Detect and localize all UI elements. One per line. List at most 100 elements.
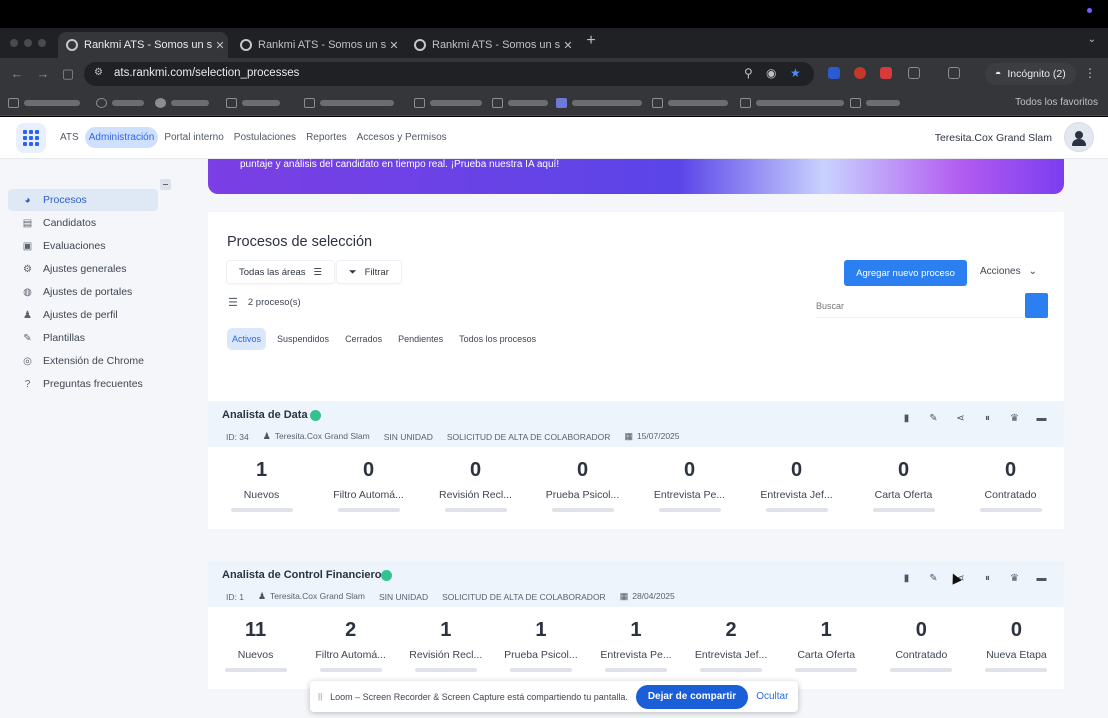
tab-activos[interactable]: Activos (227, 328, 267, 350)
browser-tab[interactable]: Rankmi ATS - Somos un soft ✕ (406, 32, 576, 58)
stage-column[interactable]: 0 Carta Oferta (850, 453, 957, 523)
tab-close-icon[interactable]: ✕ (560, 39, 576, 52)
stage-column[interactable]: 1 Nuevos (208, 453, 315, 523)
tab-cerrados[interactable]: Cerrados (340, 328, 387, 350)
extension-icon[interactable] (908, 67, 920, 79)
stage-column[interactable]: 0 Nueva Etapa (969, 613, 1064, 683)
bookmark-item[interactable] (652, 97, 728, 109)
sidebar-item-ajustes-portales[interactable]: ◍ Ajustes de portales (8, 281, 158, 303)
stage-column[interactable]: 1 Carta Oferta (779, 613, 874, 683)
new-tab-button[interactable]: + (584, 32, 598, 50)
sidebar-item-preguntas-frecuentes[interactable]: ? Preguntas frecuentes (8, 373, 158, 395)
tab-suspendidos[interactable]: Suspendidos (272, 328, 334, 350)
document-icon[interactable]: ▮ (900, 413, 913, 424)
stage-column[interactable]: 1 Prueba Psicol... (493, 613, 588, 683)
close-window-button[interactable] (10, 39, 18, 47)
minimize-window-button[interactable] (24, 39, 32, 47)
share-icon[interactable]: ⋖ (954, 413, 967, 424)
ai-promo-banner[interactable]: puntaje y análisis del candidato en tiem… (208, 159, 1064, 194)
extension-icon[interactable] (854, 67, 866, 79)
sidebar-item-plantillas[interactable]: ✎ Plantillas (8, 327, 158, 349)
process-title[interactable]: Analista de Control Financiero (222, 569, 382, 581)
bookmark-item[interactable] (740, 97, 844, 109)
bookmark-item[interactable] (556, 97, 642, 109)
avatar[interactable] (1064, 122, 1094, 152)
apps-grid-button[interactable] (16, 123, 46, 153)
nav-accesos-permisos[interactable]: Accesos y Permisos (353, 127, 451, 148)
extension-icon[interactable] (828, 67, 840, 79)
stage-column[interactable]: 0 Entrevista Jef... (743, 453, 850, 523)
bookmark-item[interactable] (492, 97, 548, 109)
user-name[interactable]: Teresita.Cox Grand Slam (935, 132, 1052, 144)
stop-sharing-button[interactable]: Dejar de compartir (635, 684, 749, 709)
bookmark-item[interactable] (304, 97, 394, 109)
nav-portal-interno[interactable]: Portal interno (160, 127, 227, 148)
bookmark-item[interactable] (226, 97, 280, 109)
collapse-sidebar-button[interactable] (160, 179, 171, 190)
incognito-badge[interactable]: ◓ Incógnito (2) (985, 63, 1076, 85)
extension-icon[interactable] (880, 67, 892, 79)
search-icon[interactable]: ⚲ (744, 66, 753, 80)
search-button[interactable] (1025, 293, 1048, 318)
stage-column[interactable]: 1 Revisión Recl... (398, 613, 493, 683)
reload-icon[interactable]: ▢ (61, 66, 75, 82)
all-areas-dropdown[interactable]: Todas las áreas ☰ (226, 260, 336, 284)
stage-column[interactable]: 1 Entrevista Pe... (588, 613, 683, 683)
drag-handle-icon[interactable]: || (318, 692, 322, 701)
stage-column[interactable]: 11 Nuevos (208, 613, 303, 683)
url-field[interactable]: ⚙ ats.rankmi.com/selection_processes ⚲ ◉… (84, 62, 814, 86)
sidebar-item-ajustes-perfil[interactable]: ♟ Ajustes de perfil (8, 304, 158, 326)
trophy-icon[interactable]: ♛ (1008, 573, 1021, 584)
process-title[interactable]: Analista de Data (222, 409, 308, 421)
search-input[interactable] (816, 294, 1026, 318)
trophy-icon[interactable]: ♛ (1008, 413, 1021, 424)
bookmark-star-icon[interactable]: ★ (790, 66, 801, 80)
browser-tab[interactable]: Rankmi ATS - Somos un soft ✕ (232, 32, 402, 58)
nav-ats[interactable]: ATS (56, 127, 83, 148)
forward-arrow-icon[interactable]: → (36, 66, 50, 81)
stage-column[interactable]: 0 Contratado (957, 453, 1064, 523)
all-bookmarks-link[interactable]: Todos los favoritos (1015, 97, 1098, 108)
bookmark-item[interactable] (850, 97, 900, 109)
maximize-window-button[interactable] (38, 39, 46, 47)
nav-administracion[interactable]: Administración (84, 127, 159, 148)
stage-column[interactable]: 0 Contratado (874, 613, 969, 683)
tab-search-chevron-icon[interactable]: ⌄ (1088, 34, 1096, 45)
pause-icon[interactable]: ⏸ (981, 573, 994, 584)
stage-column[interactable]: 0 Filtro Automá... (315, 453, 422, 523)
sidebar-item-extension-chrome[interactable]: ◎ Extensión de Chrome (8, 350, 158, 372)
nav-reportes[interactable]: Reportes (302, 127, 351, 148)
bookmark-item[interactable] (155, 97, 209, 109)
stage-column[interactable]: 2 Filtro Automá... (303, 613, 398, 683)
bookmark-item[interactable] (8, 97, 80, 109)
tab-pendientes[interactable]: Pendientes (393, 328, 448, 350)
document-icon[interactable]: ▮ (900, 573, 913, 584)
eye-slash-icon[interactable]: ◉ (766, 66, 776, 80)
actions-dropdown[interactable]: Acciones ⌄ (980, 266, 1037, 277)
browser-menu-icon[interactable]: ⋮ (1084, 66, 1096, 80)
sidebar-item-candidatos[interactable]: ▤ Candidatos (8, 212, 158, 234)
trash-icon[interactable]: ▬ (1035, 413, 1048, 424)
trash-icon[interactable]: ▬ (1035, 573, 1048, 584)
hide-notification-button[interactable]: Ocultar (756, 691, 788, 702)
add-process-button[interactable]: Agregar nuevo proceso (844, 260, 967, 286)
edit-icon[interactable]: ✎ (927, 413, 940, 424)
sidebar-item-ajustes-generales[interactable]: ⚙ Ajustes generales (8, 258, 158, 280)
site-settings-icon[interactable]: ⚙ (94, 67, 103, 78)
pause-icon[interactable]: ⏸ (981, 413, 994, 424)
bookmark-item[interactable] (414, 97, 482, 109)
tab-close-icon[interactable]: ✕ (212, 39, 228, 52)
stage-column[interactable]: 0 Entrevista Pe... (636, 453, 743, 523)
back-arrow-icon[interactable]: ← (10, 66, 24, 81)
edit-icon[interactable]: ✎ (927, 573, 940, 584)
browser-tab[interactable]: Rankmi ATS - Somos un soft ✕ (58, 32, 228, 58)
stage-column[interactable]: 0 Prueba Psicol... (529, 453, 636, 523)
stage-column[interactable]: 2 Entrevista Jef... (684, 613, 779, 683)
sidebar-item-procesos[interactable]: ◕ Procesos (8, 189, 158, 211)
nav-postulaciones[interactable]: Postulaciones (230, 127, 300, 148)
tab-close-icon[interactable]: ✕ (386, 39, 402, 52)
filter-button[interactable]: ⏷ Filtrar (336, 260, 402, 284)
sidebar-item-evaluaciones[interactable]: ▣ Evaluaciones (8, 235, 158, 257)
extension-icon[interactable] (948, 67, 960, 79)
stage-column[interactable]: 0 Revisión Recl... (422, 453, 529, 523)
